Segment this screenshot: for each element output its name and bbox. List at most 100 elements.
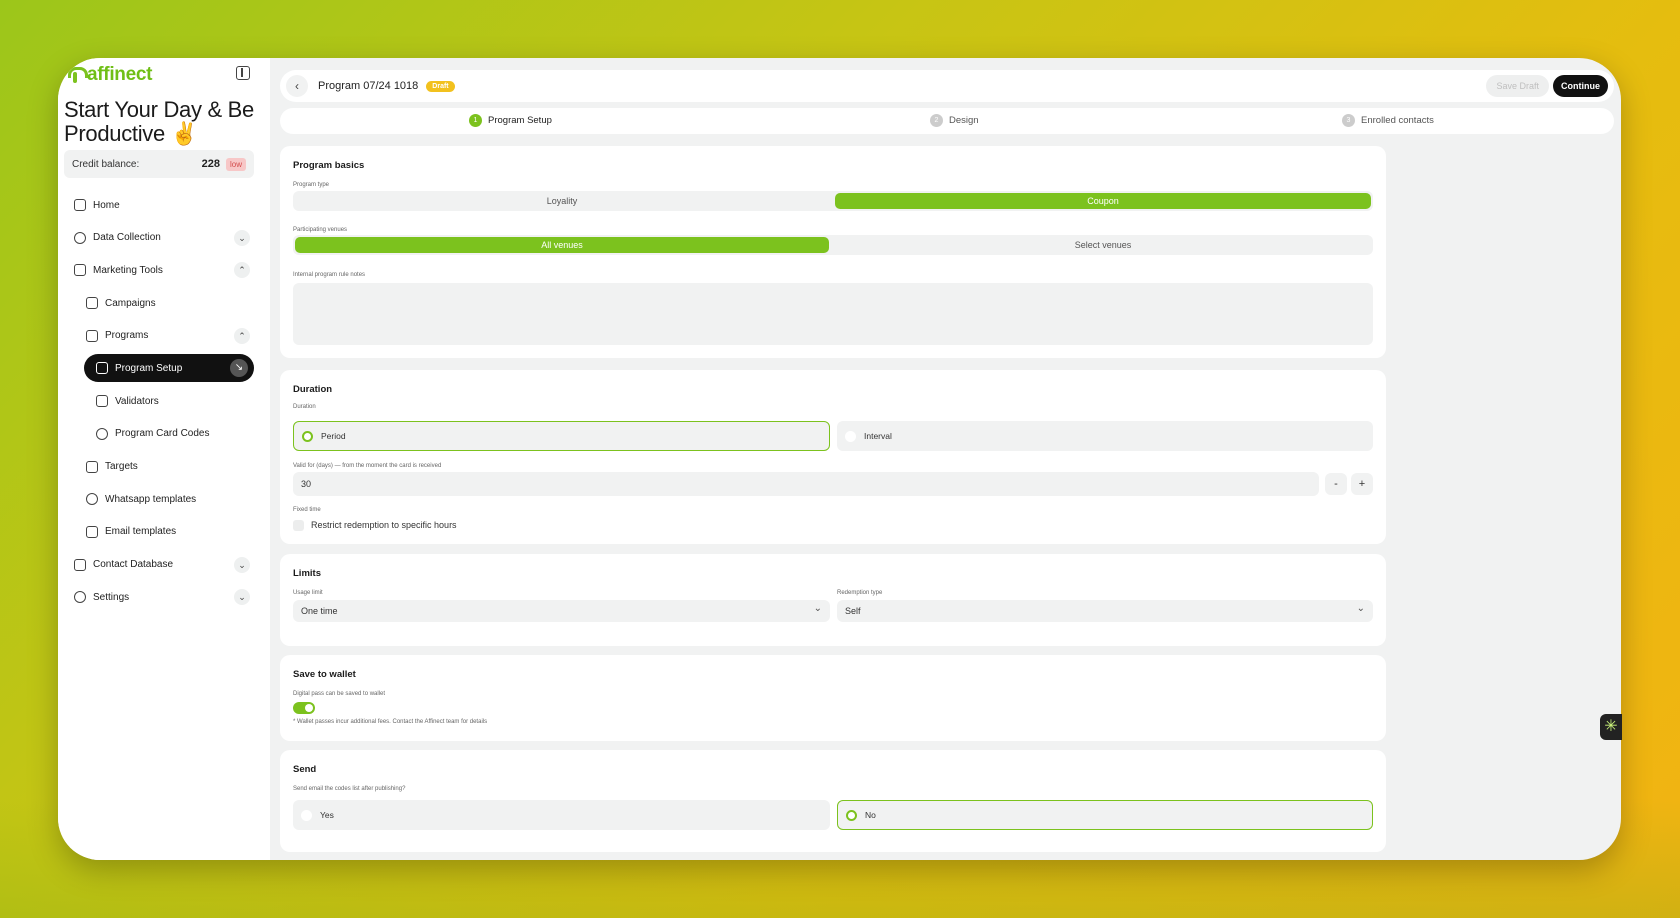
sidebar-item-label: Email templates [105,526,177,538]
sidebar-item-label: Targets [105,461,138,472]
radio-icon [302,430,313,442]
section-title: Limits [293,568,321,579]
sidebar-item-label: Settings [93,591,130,603]
id-card-icon [96,395,108,408]
program-type-option-coupon[interactable]: Coupon [835,193,1371,209]
notes-textarea[interactable] [293,283,1373,345]
duration-card: Duration Duration Period Interval Valid … [280,370,1386,544]
wallet-toggle[interactable] [293,702,315,714]
send-option-yes[interactable]: Yes [293,800,830,830]
credit-value: 228 [201,158,220,170]
chevron-up-icon[interactable]: ⌃ [234,327,250,344]
send-card: Send Send email the codes list after pub… [280,750,1386,852]
gift-icon [96,362,108,375]
sidebar-item-validators[interactable]: Validators [64,387,254,415]
sidebar-item-settings[interactable]: Settings ⌄ [64,583,254,611]
credit-label: Credit balance: [72,158,140,170]
chevron-up-icon[interactable]: ⌃ [234,262,250,279]
sidebar-item-email-templates[interactable]: Email templates [64,518,254,546]
venues-toggle: All venues Select venues [293,235,1373,255]
program-basics-card: Program basics Program type Loyality Cou… [280,146,1386,358]
sidebar-item-label: Home [93,199,120,211]
venues-label: Participating venues [293,227,348,233]
venues-option-select[interactable]: Select venues [835,237,1371,253]
chevron-down-icon[interactable]: ⌄ [234,229,250,246]
sidebar-item-marketing-tools[interactable]: Marketing Tools ⌃ [64,256,254,284]
decrement-button[interactable]: - [1325,473,1347,495]
wallet-note: * Wallet passes incur additional fees. C… [293,719,488,725]
program-type-option-loyality[interactable]: Loyality [295,193,829,209]
step-enrolled-contacts[interactable]: 3 Enrolled contacts [1342,114,1434,127]
sidebar-item-programs[interactable]: Programs ⌃ [64,322,254,350]
sidebar-item-campaigns[interactable]: Campaigns [64,289,254,317]
codes-icon [96,427,108,440]
increment-button[interactable]: + [1351,473,1373,495]
program-type-label: Program type [293,182,330,188]
sidebar-item-home[interactable]: Home [64,191,254,219]
section-title: Save to wallet [293,669,356,680]
cube-icon [74,558,86,571]
continue-button[interactable]: Continue [1553,75,1608,97]
step-label: Design [949,115,979,126]
whatsapp-icon [86,493,98,506]
limits-card: Limits Usage limit One time ⌄ Redemption… [280,554,1386,646]
step-design[interactable]: 2 Design [930,114,979,127]
stepper: 1 Program Setup 2 Design 3 Enrolled cont… [280,108,1614,134]
chevron-down-icon[interactable]: ⌄ [234,556,250,573]
sidebar-item-data-collection[interactable]: Data Collection ⌄ [64,224,254,252]
sidebar-item-label: Data Collection [93,232,161,244]
header-bar: ‹ Program 07/24 1018 Draft Save Draft Co… [280,70,1614,102]
step-program-setup[interactable]: 1 Program Setup [469,114,552,127]
greeting-heading: Start Your Day & Be Productive ✌️ [64,97,254,146]
sidebar-item-program-setup[interactable]: Program Setup ↘ [84,354,254,383]
sidebar-item-whatsapp-templates[interactable]: Whatsapp templates [64,485,254,513]
restrict-hours-checkbox[interactable] [293,520,304,531]
sidebar-collapse-icon[interactable] [236,66,250,80]
option-label: Period [321,431,346,441]
sidebar-nav: Home Data Collection ⌄ Marketing Tools ⌃… [64,191,254,616]
section-title: Duration [293,384,333,395]
wallet-card: Save to wallet Digital pass can be saved… [280,655,1386,741]
usage-limit-label: Usage limit [293,590,323,596]
redemption-type-select[interactable]: Self ⌄ [837,600,1373,622]
sidebar-item-program-card-codes[interactable]: Program Card Codes [64,420,254,448]
option-label: Yes [320,810,334,820]
step-number: 1 [469,114,482,127]
fixed-time-label: Fixed time [293,507,321,513]
duration-option-period[interactable]: Period [293,421,830,451]
radio-icon [846,809,857,821]
step-number: 2 [930,114,943,127]
valid-days-input[interactable]: 30 [293,472,1319,496]
sidebar-item-label: Contact Database [93,559,174,571]
sidebar-item-targets[interactable]: Targets [64,453,254,481]
valid-days-label: Valid for (days) — from the moment the c… [293,463,442,469]
usage-limit-select[interactable]: One time ⌄ [293,600,830,622]
sidebar-item-contact-database[interactable]: Contact Database ⌄ [64,551,254,579]
step-label: Program Setup [488,115,552,126]
select-value: Self [845,606,861,616]
send-option-no[interactable]: No [837,800,1373,830]
sidebar-item-label: Validators [115,395,159,407]
redemption-type-label: Redemption type [837,590,883,596]
sidebar-item-label: Program Setup [115,362,183,374]
chevron-down-icon: ⌄ [813,603,822,614]
duration-label: Duration [293,404,316,410]
radio-icon [845,430,856,442]
sidebar-item-label: Programs [105,330,149,342]
sidebar: affinect Start Your Day & Be Productive … [58,58,270,860]
logo-text: affinect [87,64,153,85]
main-content: ‹ Program 07/24 1018 Draft Save Draft Co… [272,58,1621,860]
duration-option-interval[interactable]: Interval [837,421,1373,451]
credit-status-badge: low [225,157,246,171]
step-label: Enrolled contacts [1361,115,1434,126]
logo[interactable]: affinect [66,64,152,86]
back-icon[interactable]: ‹ [286,75,308,97]
assistant-widget-icon[interactable]: ✳ [1600,714,1622,740]
chevron-down-icon[interactable]: ⌄ [234,589,250,606]
chevron-down-icon: ⌄ [1356,603,1365,614]
option-label: Interval [864,431,892,441]
program-type-toggle: Loyality Coupon [293,191,1373,211]
venues-option-all[interactable]: All venues [295,237,829,253]
save-draft-button[interactable]: Save Draft [1486,75,1549,97]
section-title: Send [293,764,317,775]
